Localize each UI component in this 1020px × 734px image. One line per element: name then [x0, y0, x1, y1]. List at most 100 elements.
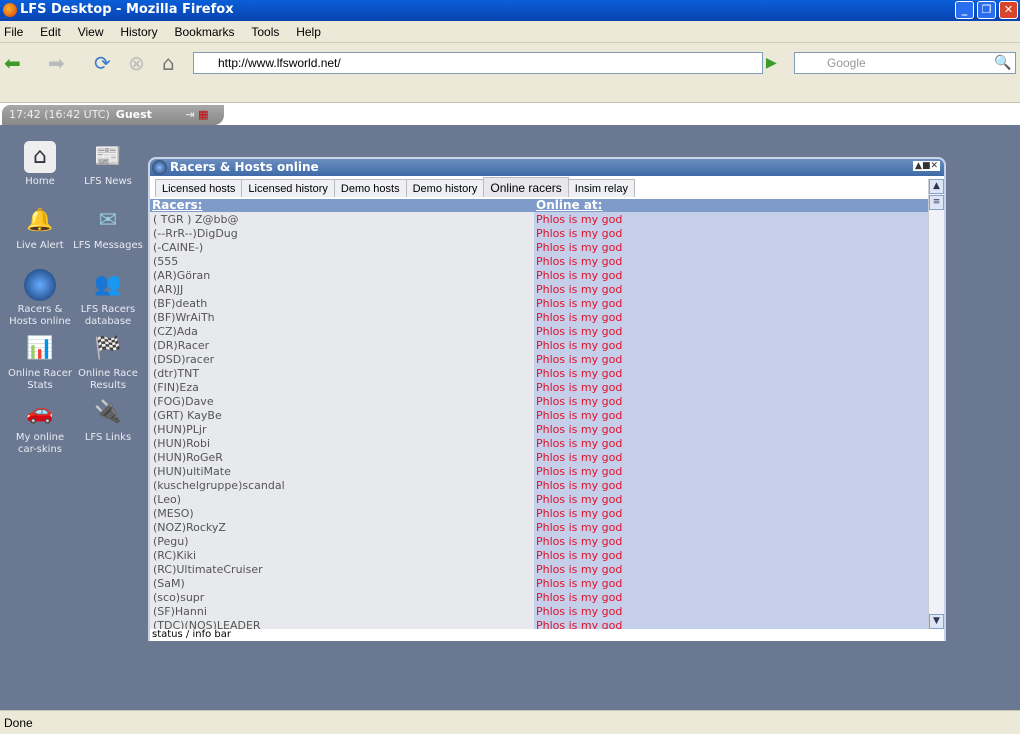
- tab-licensed-hosts[interactable]: Licensed hosts: [155, 179, 243, 197]
- menu-view[interactable]: View: [78, 25, 104, 39]
- online-host[interactable]: Phlos is my god: [536, 437, 622, 451]
- online-host[interactable]: Phlos is my god: [536, 549, 622, 563]
- online-host[interactable]: Phlos is my god: [536, 395, 622, 409]
- online-host[interactable]: Phlos is my god: [536, 255, 622, 269]
- racer-name[interactable]: (GRT) KayBe: [153, 409, 222, 423]
- racer-name[interactable]: (FIN)Eza: [153, 381, 199, 395]
- online-host[interactable]: Phlos is my god: [536, 591, 622, 605]
- racer-name[interactable]: (TDC)(NOS)LEADER: [153, 619, 261, 629]
- racer-name[interactable]: (BF)WrAiTh: [153, 311, 215, 325]
- menu-file[interactable]: File: [4, 25, 23, 39]
- desktop-icon-messages[interactable]: ✉ LFS Messages: [73, 205, 143, 252]
- desktop-icon-racer-stats[interactable]: 📊 Online Racer Stats: [5, 333, 75, 392]
- scroll-up-button[interactable]: ▲: [929, 179, 944, 194]
- racer-name[interactable]: (NOZ)RockyZ: [153, 521, 226, 535]
- tab-insim-relay[interactable]: Insim relay: [567, 179, 635, 197]
- racer-name[interactable]: (555: [153, 255, 178, 269]
- online-host[interactable]: Phlos is my god: [536, 283, 622, 297]
- racer-name[interactable]: (dtr)TNT: [153, 367, 199, 381]
- desktop-icon-racers-hosts[interactable]: Racers & Hosts online: [5, 269, 75, 328]
- online-host[interactable]: Phlos is my god: [536, 451, 622, 465]
- racer-name[interactable]: (CZ)Ada: [153, 325, 198, 339]
- reload-icon[interactable]: ⟳: [94, 53, 111, 73]
- scrollbar[interactable]: ▲ ≡ ▼: [928, 179, 944, 629]
- back-icon[interactable]: ⬅: [4, 53, 21, 73]
- url-input[interactable]: http://www.lfsworld.net/: [193, 52, 763, 74]
- logout-icon[interactable]: ⇥: [185, 108, 194, 121]
- search-icon[interactable]: 🔍: [994, 53, 1011, 73]
- racer-name[interactable]: (RC)Kiki: [153, 549, 196, 563]
- menu-history[interactable]: History: [120, 25, 157, 39]
- online-host[interactable]: Phlos is my god: [536, 521, 622, 535]
- racer-name[interactable]: (HUN)RoGeR: [153, 451, 223, 465]
- desktop-icon-race-results[interactable]: 🏁 Online Race Results: [73, 333, 143, 392]
- racer-name[interactable]: (MESO): [153, 507, 194, 521]
- desktop-icon-live-alert[interactable]: 🔔 Live Alert: [5, 205, 75, 252]
- online-host[interactable]: Phlos is my god: [536, 409, 622, 423]
- tab-demo-history[interactable]: Demo history: [405, 179, 485, 197]
- racer-name[interactable]: (Leo): [153, 493, 181, 507]
- close-button[interactable]: ✕: [999, 1, 1018, 19]
- racer-name[interactable]: (-CAINE-): [153, 241, 203, 255]
- scroll-thumb[interactable]: ≡: [929, 195, 944, 210]
- menu-bookmarks[interactable]: Bookmarks: [174, 25, 234, 39]
- racer-name[interactable]: ( TGR ) Z@bb@: [153, 213, 238, 227]
- racer-name[interactable]: (--RrR--)DigDug: [153, 227, 238, 241]
- window-controls[interactable]: ▲■✕: [913, 161, 940, 171]
- online-host[interactable]: Phlos is my god: [536, 339, 622, 353]
- online-host[interactable]: Phlos is my god: [536, 493, 622, 507]
- online-host[interactable]: Phlos is my god: [536, 605, 622, 619]
- online-host[interactable]: Phlos is my god: [536, 423, 622, 437]
- racer-name[interactable]: (AR)Göran: [153, 269, 210, 283]
- desktop-icon-links[interactable]: 🔌 LFS Links: [73, 397, 143, 444]
- menu-edit[interactable]: Edit: [40, 25, 61, 39]
- racer-name[interactable]: (BF)death: [153, 297, 207, 311]
- desktop-icon-news[interactable]: 📰 LFS News: [73, 141, 143, 188]
- maximize-button[interactable]: ❐: [977, 1, 996, 19]
- online-host[interactable]: Phlos is my god: [536, 311, 622, 325]
- racer-name[interactable]: (AR)JJ: [153, 283, 183, 297]
- racer-name[interactable]: (kuschelgruppe)scandal: [153, 479, 285, 493]
- online-host[interactable]: Phlos is my god: [536, 619, 622, 629]
- tab-online-racers[interactable]: Online racers: [483, 177, 569, 197]
- racer-name[interactable]: (HUN)PLjr: [153, 423, 206, 437]
- menu-help[interactable]: Help: [296, 25, 321, 39]
- racer-name[interactable]: (HUN)ultiMate: [153, 465, 231, 479]
- online-host[interactable]: Phlos is my god: [536, 479, 622, 493]
- desktop-icon-car-skins[interactable]: 🚗 My online car-skins: [5, 397, 75, 456]
- racer-name[interactable]: (SF)Hanni: [153, 605, 207, 619]
- online-host[interactable]: Phlos is my god: [536, 297, 622, 311]
- desktop-icon-racers-db[interactable]: 👥 LFS Racers database: [73, 269, 143, 328]
- stop-icon[interactable]: ⊗: [128, 53, 145, 73]
- online-host[interactable]: Phlos is my god: [536, 325, 622, 339]
- window-titlebar[interactable]: Racers & Hosts online ▲■✕: [150, 159, 944, 176]
- search-input[interactable]: Google: [794, 52, 1016, 74]
- racer-name[interactable]: (Pegu): [153, 535, 189, 549]
- racer-name[interactable]: (HUN)Robi: [153, 437, 210, 451]
- tab-licensed-history[interactable]: Licensed history: [241, 179, 335, 197]
- online-host[interactable]: Phlos is my god: [536, 367, 622, 381]
- scroll-down-button[interactable]: ▼: [929, 614, 944, 629]
- online-host[interactable]: Phlos is my god: [536, 465, 622, 479]
- racer-name[interactable]: (DR)Racer: [153, 339, 209, 353]
- online-host[interactable]: Phlos is my god: [536, 507, 622, 521]
- home-icon[interactable]: ⌂: [162, 53, 175, 73]
- desktop-icon-home[interactable]: ⌂ Home: [5, 141, 75, 188]
- racer-name[interactable]: (FOG)Dave: [153, 395, 214, 409]
- online-host[interactable]: Phlos is my god: [536, 213, 622, 227]
- tab-demo-hosts[interactable]: Demo hosts: [333, 179, 407, 197]
- forward-icon[interactable]: ➡: [48, 53, 65, 73]
- racer-name[interactable]: (RC)UltimateCruiser: [153, 563, 263, 577]
- online-host[interactable]: Phlos is my god: [536, 563, 622, 577]
- go-icon[interactable]: ▶: [766, 53, 777, 73]
- menu-tools[interactable]: Tools: [251, 25, 279, 39]
- online-host[interactable]: Phlos is my god: [536, 577, 622, 591]
- racer-name[interactable]: (DSD)racer: [153, 353, 214, 367]
- racer-name[interactable]: (SaM): [153, 577, 185, 591]
- online-host[interactable]: Phlos is my god: [536, 269, 622, 283]
- minimize-button[interactable]: _: [955, 1, 974, 19]
- online-host[interactable]: Phlos is my god: [536, 535, 622, 549]
- online-host[interactable]: Phlos is my god: [536, 353, 622, 367]
- online-host[interactable]: Phlos is my god: [536, 381, 622, 395]
- racer-name[interactable]: (sco)supr: [153, 591, 204, 605]
